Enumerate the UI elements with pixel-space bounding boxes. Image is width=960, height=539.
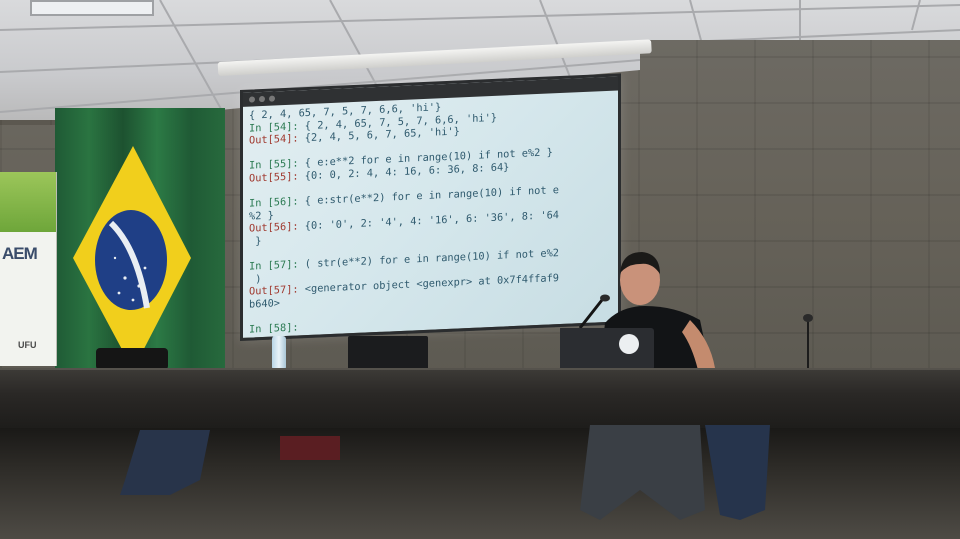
- mic-stand: [578, 299, 604, 329]
- brazil-flag-emblem: [73, 146, 191, 370]
- terminal-prompt: In [57]:: [249, 258, 299, 273]
- laptop-sticker: [619, 334, 639, 354]
- terminal-prompt: Out[54]:: [249, 132, 299, 147]
- ceiling-light-fixture: [30, 0, 154, 16]
- presenter: [560, 252, 715, 370]
- microphone-icon: [803, 314, 813, 322]
- water-bottle: [272, 336, 286, 370]
- terminal-code: %2 }: [249, 209, 274, 223]
- red-chair: [280, 436, 340, 460]
- laptop: [560, 328, 654, 370]
- terminal-code: }: [249, 235, 262, 248]
- banner-green-band: [0, 172, 56, 232]
- event-banner: [0, 172, 57, 366]
- audience-legs: [120, 425, 770, 520]
- terminal-prompt: Out[56]:: [249, 220, 299, 235]
- terminal-code: [249, 311, 255, 323]
- terminal-code: [249, 185, 255, 197]
- terminal-code: [249, 147, 255, 159]
- person-legs: [705, 425, 770, 520]
- window-dot-icon: [249, 96, 255, 103]
- terminal-prompt: In [58]:: [249, 321, 299, 336]
- banner-footer-text: UFU: [18, 340, 37, 350]
- confidence-monitor: [348, 336, 428, 370]
- terminal-prompt: Out[55]:: [249, 170, 299, 185]
- window-dot-icon: [269, 95, 275, 102]
- lecture-hall-scene: AEM UFU { 2, 4, 65, 7, 5, 7, 6,6, 'hi'} I…: [0, 0, 960, 539]
- terminal-code: [249, 248, 255, 260]
- presenter-legs: [580, 425, 705, 520]
- bag-on-table: [96, 348, 168, 370]
- terminal-prompt: Out[57]:: [249, 283, 299, 298]
- terminal-code: ): [249, 272, 262, 286]
- banner-logo-text: AEM: [2, 244, 38, 263]
- terminal-code: b640>: [249, 297, 280, 311]
- microphone-icon: [600, 294, 610, 302]
- terminal-code: [299, 321, 305, 333]
- terminal-prompt: In [56]:: [249, 195, 299, 210]
- flag-globe: [95, 210, 167, 310]
- person-legs: [120, 430, 210, 495]
- window-dot-icon: [259, 95, 265, 103]
